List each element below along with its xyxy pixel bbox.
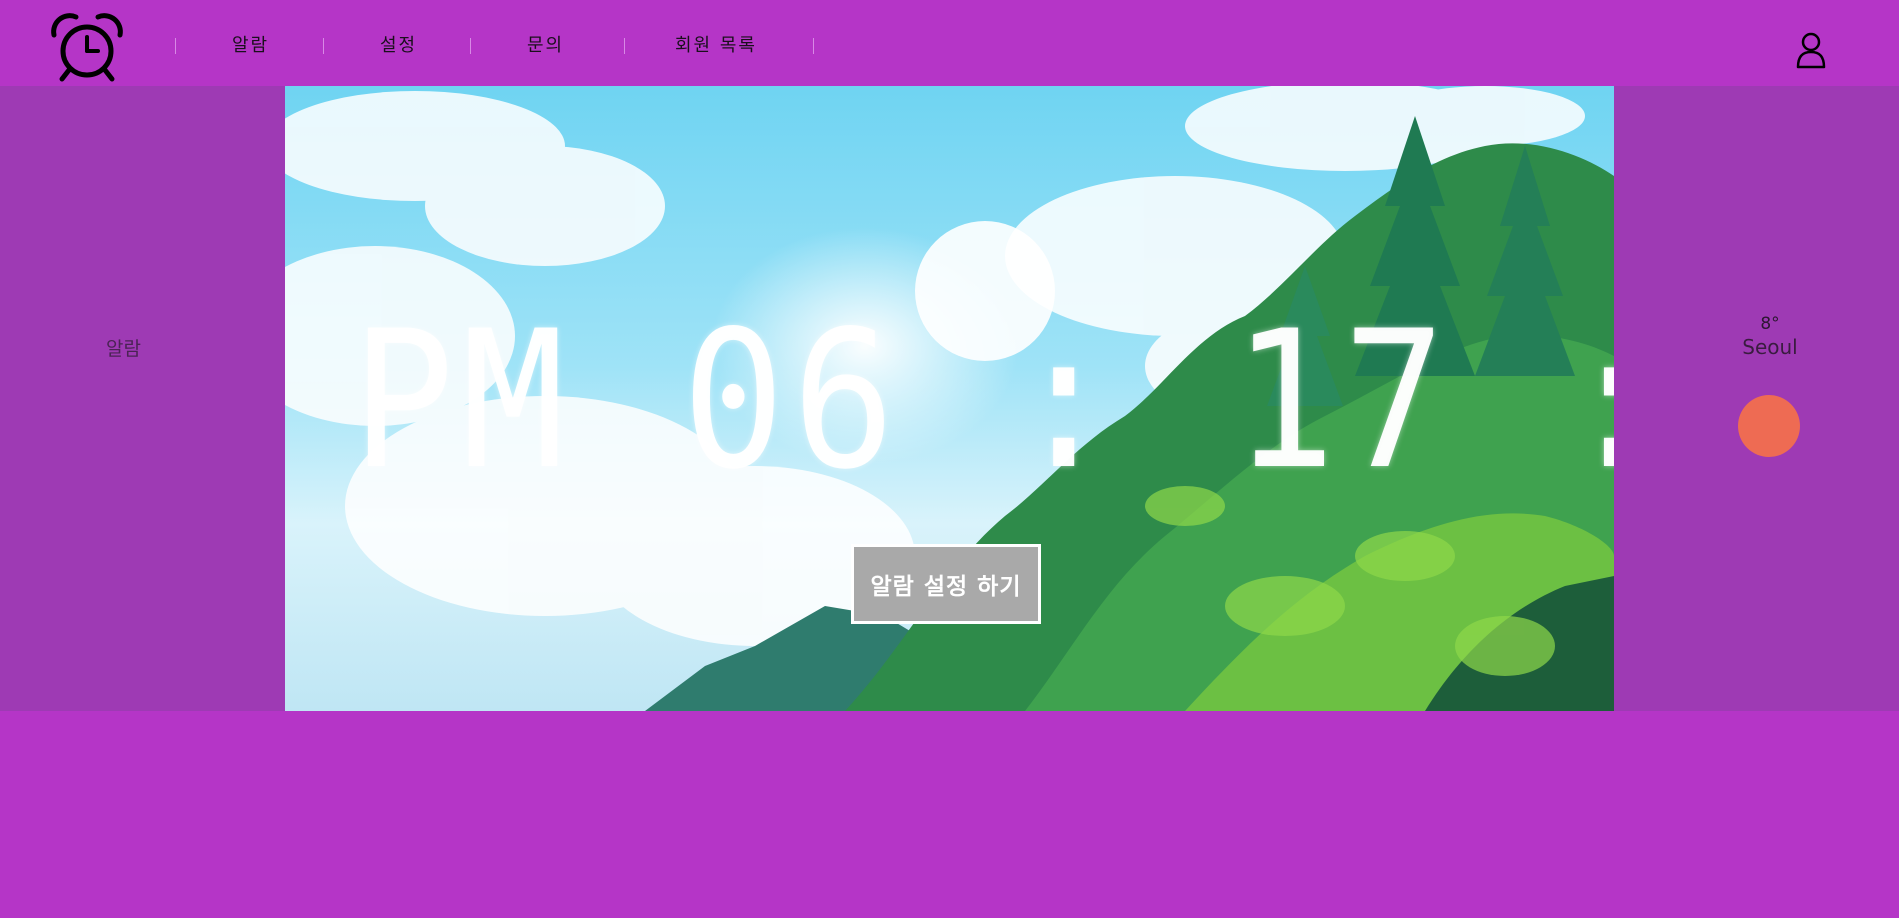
weather-widget: 8° Seoul bbox=[1700, 314, 1840, 359]
weather-city: Seoul bbox=[1742, 335, 1798, 359]
sidebar-alarm-label[interactable]: 알람 bbox=[106, 334, 141, 361]
nav-separator bbox=[624, 38, 625, 54]
sun-dot-icon bbox=[1738, 395, 1800, 457]
nav-separator bbox=[813, 38, 814, 54]
nav-item-alarm[interactable]: 알람 bbox=[232, 31, 269, 57]
weather-temperature: 8° bbox=[1760, 314, 1780, 334]
header: 알람 설정 문의 회원 목록 bbox=[0, 0, 1899, 86]
nav-item-inquiry[interactable]: 문의 bbox=[527, 31, 564, 57]
nav-item-member-list[interactable]: 회원 목록 bbox=[675, 31, 757, 57]
nav-separator bbox=[175, 38, 176, 54]
alarm-clock-icon[interactable] bbox=[50, 11, 124, 83]
user-icon[interactable] bbox=[1795, 32, 1827, 70]
nav-separator bbox=[323, 38, 324, 54]
hero-banner: PM 06 : 17 : 20 알람 설정 하기 bbox=[285, 86, 1614, 711]
set-alarm-button[interactable]: 알람 설정 하기 bbox=[851, 544, 1041, 624]
digital-clock: PM 06 : 17 : 20 bbox=[351, 290, 1614, 511]
nav-item-settings[interactable]: 설정 bbox=[380, 31, 417, 57]
nav-separator bbox=[470, 38, 471, 54]
